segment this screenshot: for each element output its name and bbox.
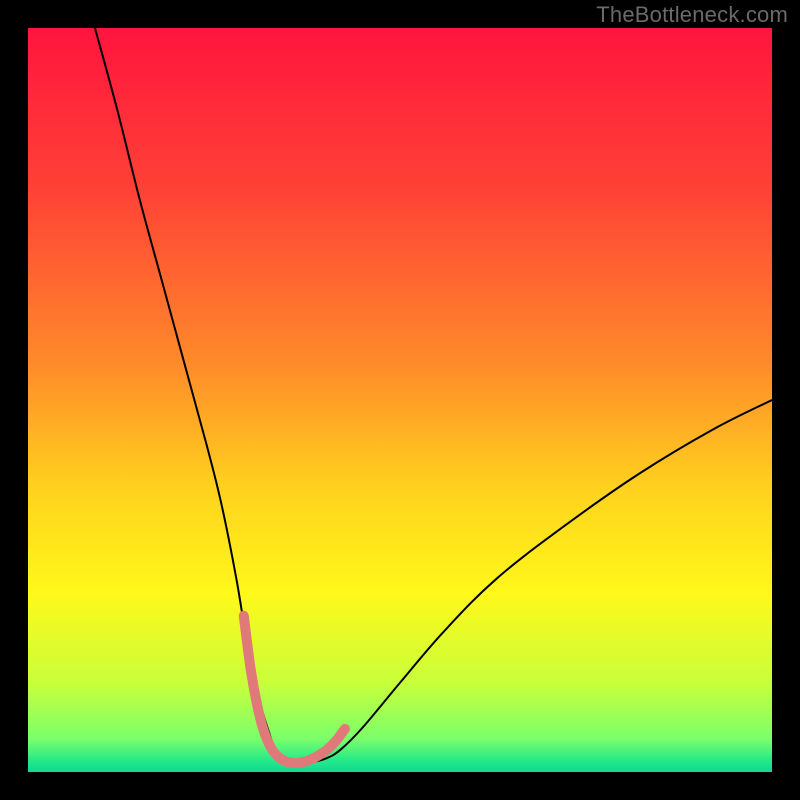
chart-frame: TheBottleneck.com — [0, 0, 800, 800]
gradient-background — [28, 28, 772, 772]
plot-area — [28, 28, 772, 772]
watermark-text: TheBottleneck.com — [596, 2, 788, 28]
